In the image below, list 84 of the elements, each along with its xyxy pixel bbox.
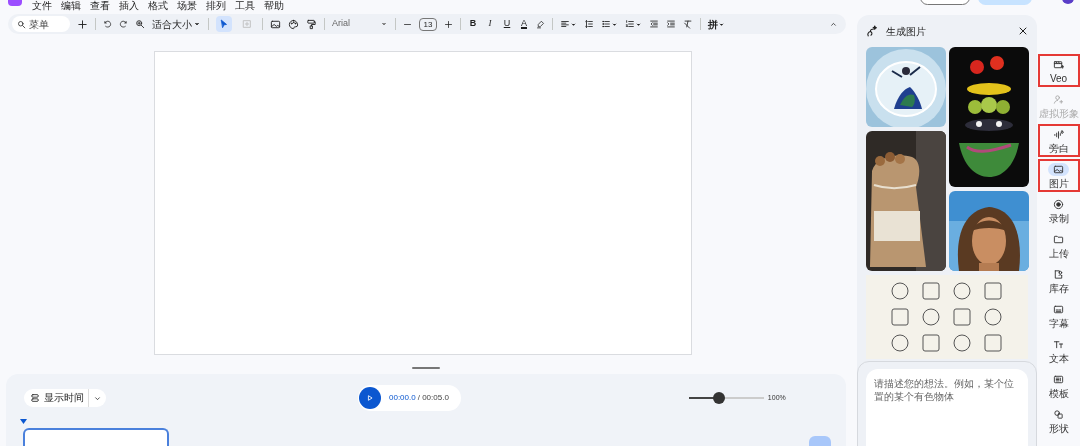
paint-roller-icon[interactable] <box>306 18 317 30</box>
scene-clip[interactable] <box>23 428 169 446</box>
template-icon <box>1053 373 1064 385</box>
menu-item[interactable]: 排列 <box>206 0 226 11</box>
menu-item[interactable]: 帮助 <box>264 0 284 11</box>
undo-icon[interactable] <box>103 19 112 29</box>
line-spacing-icon[interactable] <box>584 19 594 29</box>
sparkle-icon <box>865 24 878 38</box>
shape-icon <box>1053 408 1064 420</box>
zoom-dropdown[interactable]: 适合大小 <box>152 16 201 32</box>
avatar-icon <box>1053 93 1064 105</box>
rail-button[interactable]: 文本 <box>1037 334 1080 367</box>
text-icon <box>1053 338 1064 350</box>
zoom-icon[interactable] <box>135 19 145 29</box>
bullet-list-icon <box>601 19 611 29</box>
image-icon[interactable] <box>270 18 281 30</box>
frame-icon <box>242 19 252 29</box>
rail-button[interactable]: 字幕 <box>1037 299 1080 332</box>
numbered-list-icon <box>625 19 635 29</box>
rail-button[interactable]: 图片 <box>1037 159 1080 192</box>
palette-icon[interactable] <box>288 18 299 30</box>
plus-icon[interactable] <box>444 19 453 29</box>
menu-item[interactable]: 工具 <box>235 0 255 11</box>
outdent-icon[interactable] <box>649 19 659 29</box>
record-icon <box>1053 198 1064 210</box>
upload-icon <box>1053 233 1064 245</box>
app-logo-icon <box>8 0 22 6</box>
highlighter-icon[interactable] <box>536 19 545 29</box>
time-icon <box>30 393 40 403</box>
caret-icon <box>611 20 618 28</box>
voice-icon <box>1053 128 1064 140</box>
menu-item[interactable]: 编辑 <box>61 0 81 11</box>
caret-icon <box>570 20 577 28</box>
bold-button[interactable]: B <box>468 17 478 31</box>
pointer-tool[interactable] <box>216 16 232 32</box>
play-button[interactable] <box>359 387 381 409</box>
panel-title: 生成图片 <box>886 24 927 39</box>
show-time-button[interactable]: 显示时间 <box>24 389 106 407</box>
slider-thumb[interactable] <box>712 392 725 404</box>
numbered-list-dropdown[interactable] <box>625 19 642 29</box>
menu-item[interactable]: 插入 <box>119 0 139 11</box>
image-icon <box>1053 163 1064 175</box>
align-icon <box>560 19 570 29</box>
rail-button[interactable]: 旁白 <box>1037 124 1080 157</box>
rail-button[interactable]: Veo <box>1037 54 1080 87</box>
italic-button[interactable]: I <box>485 17 495 31</box>
menu-item[interactable]: 格式 <box>148 0 168 11</box>
redo-icon[interactable] <box>119 19 128 29</box>
resize-handle[interactable] <box>412 367 440 369</box>
font-size-field[interactable]: 13 <box>419 17 437 31</box>
close-icon[interactable] <box>1017 25 1029 37</box>
prompt-field[interactable]: 请描述您的想法。例如，某个位置的某个有色物体 <box>866 369 1028 446</box>
rail-button[interactable]: 上传 <box>1037 229 1080 262</box>
indent-icon[interactable] <box>666 19 676 29</box>
search-icon <box>17 19 26 29</box>
pointer-icon <box>219 19 229 29</box>
menu-item[interactable]: 查看 <box>90 0 110 11</box>
underline-button[interactable]: U <box>502 17 512 31</box>
caption-icon <box>1053 303 1064 315</box>
input-method-dropdown[interactable]: 拼 <box>708 16 725 32</box>
caret-icon <box>380 20 388 28</box>
play-icon <box>365 393 375 403</box>
add-icon[interactable] <box>77 18 88 30</box>
zoom-slider[interactable] <box>688 392 764 404</box>
caret-icon <box>635 20 642 28</box>
veo-icon <box>1053 58 1064 70</box>
font-dropdown[interactable]: Arial <box>332 17 388 31</box>
menu-item[interactable]: 场景 <box>177 0 197 11</box>
rail-button[interactable]: 库存 <box>1037 264 1080 297</box>
total-time: / 00:05.0 <box>417 392 449 404</box>
playhead-icon[interactable] <box>20 419 27 424</box>
search-field[interactable]: 菜单 <box>12 16 70 32</box>
stock-icon <box>1053 268 1064 280</box>
align-dropdown[interactable] <box>560 19 577 29</box>
caret-icon <box>193 20 201 28</box>
text-color-button[interactable]: A <box>519 17 529 31</box>
clear-format-icon[interactable] <box>683 19 693 29</box>
current-time: 00:00.0 <box>389 392 416 404</box>
rail-button[interactable]: 录制 <box>1037 194 1080 227</box>
rail-button[interactable]: 形状 <box>1037 404 1080 437</box>
menu-item[interactable]: 文件 <box>32 0 52 11</box>
rail-button[interactable]: 模板 <box>1037 369 1080 402</box>
caret-icon <box>718 20 725 28</box>
bullet-list-dropdown[interactable] <box>601 19 618 29</box>
